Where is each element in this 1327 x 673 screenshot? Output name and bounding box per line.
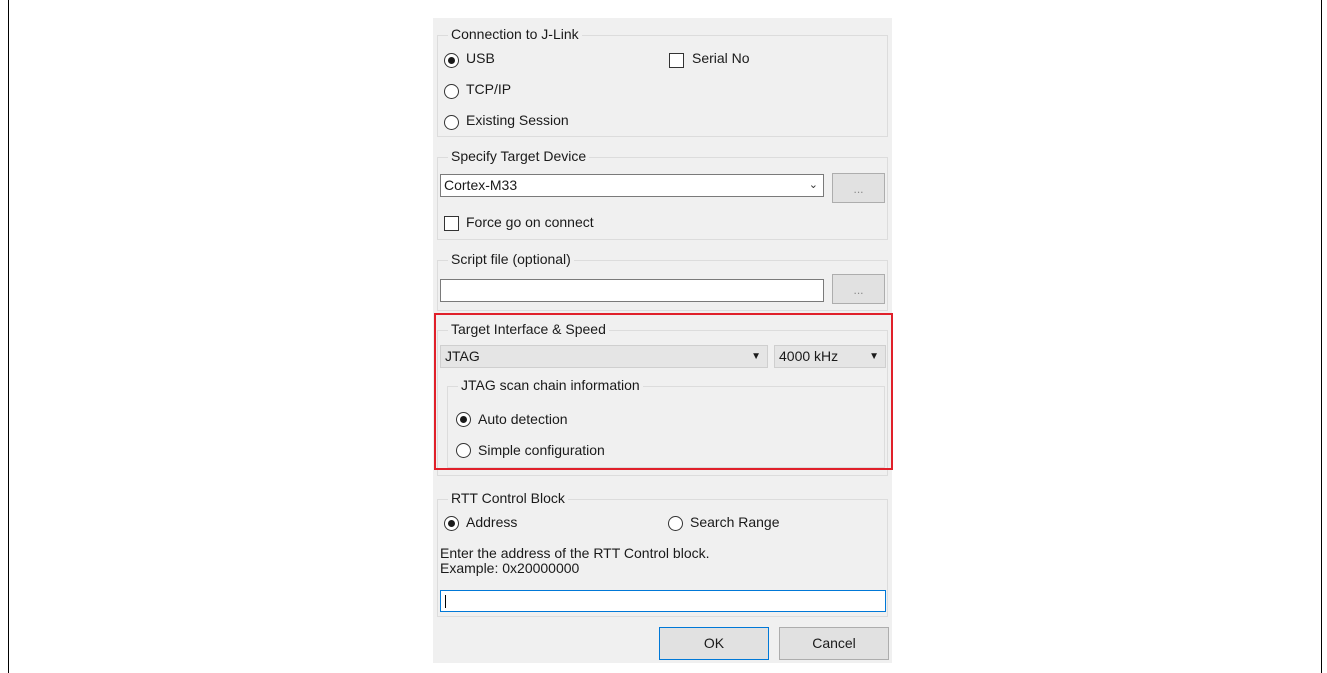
serial-no-label[interactable]: Serial No	[692, 50, 750, 66]
address-label[interactable]: Address	[466, 514, 517, 530]
tcpip-label[interactable]: TCP/IP	[466, 81, 511, 97]
usb-label[interactable]: USB	[466, 50, 495, 66]
search-range-label[interactable]: Search Range	[690, 514, 780, 530]
search-range-radio[interactable]	[668, 516, 683, 531]
rtt-description-line2: Example: 0x20000000	[440, 560, 580, 576]
text-caret	[445, 595, 446, 608]
device-browse-button[interactable]: ...	[832, 173, 885, 203]
existing-session-radio[interactable]	[444, 115, 459, 130]
script-browse-button[interactable]: ...	[832, 274, 885, 304]
force-go-label[interactable]: Force go on connect	[466, 214, 594, 230]
force-go-checkbox[interactable]	[444, 216, 459, 231]
rtt-description-line1: Enter the address of the RTT Control blo…	[440, 545, 710, 561]
script-file-group-title: Script file (optional)	[448, 251, 574, 267]
tcpip-radio[interactable]	[444, 84, 459, 99]
serial-no-checkbox[interactable]	[669, 53, 684, 68]
target-device-group-title: Specify Target Device	[448, 148, 590, 164]
device-select-value: Cortex-M33	[444, 177, 518, 193]
rtt-group-title: RTT Control Block	[448, 490, 568, 506]
chevron-down-icon: ⌄	[808, 179, 818, 191]
existing-session-label[interactable]: Existing Session	[466, 112, 569, 128]
connection-group-title: Connection to J-Link	[448, 26, 582, 42]
ok-button[interactable]: OK	[659, 627, 769, 660]
address-radio[interactable]	[444, 516, 459, 531]
script-file-input[interactable]	[440, 279, 824, 302]
interface-highlight-box	[434, 313, 893, 470]
cancel-button[interactable]: Cancel	[779, 627, 889, 660]
usb-radio[interactable]	[444, 53, 459, 68]
rtt-address-input[interactable]	[440, 590, 886, 612]
device-select[interactable]: Cortex-M33 ⌄	[440, 174, 824, 197]
